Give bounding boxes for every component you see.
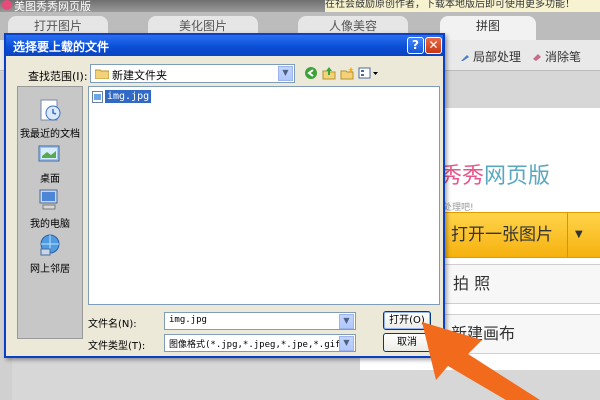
place-network-label: 网上邻居	[30, 264, 70, 275]
file-list[interactable]: img.jpg	[88, 86, 440, 305]
image-file-icon	[92, 91, 103, 103]
notice-bar: 在社会鼓励原创作者，下载本地版后即可使用更多功能！	[325, 0, 600, 12]
dialog-titlebar: 选择要上载的文件 ? ✕	[6, 35, 443, 56]
open-image-button[interactable]: 打开一张图片 ▼	[440, 212, 600, 258]
place-desktop-label: 桌面	[40, 174, 60, 185]
tab-collage[interactable]: 拼图	[440, 16, 536, 40]
my-computer-icon	[39, 189, 58, 210]
brush-icon	[460, 51, 470, 61]
chevron-down-icon[interactable]: ▼	[278, 66, 293, 81]
place-my-computer[interactable]: 我的电脑	[18, 187, 82, 230]
back-icon[interactable]	[304, 66, 318, 80]
filetype-value: 图像格式(*.jpg,*.jpeg,*.jpe,*.gif,*.p	[169, 340, 339, 350]
place-recent-docs[interactable]: 我最近的文档	[18, 97, 82, 140]
filetype-select[interactable]: 图像格式(*.jpg,*.jpeg,*.jpe,*.gif,*.p ▼	[164, 334, 356, 352]
filename-label: 文件名(N):	[88, 319, 137, 330]
place-recent-docs-label: 我最近的文档	[20, 129, 80, 140]
recent-documents-icon	[40, 99, 61, 121]
file-name: img.jpg	[105, 90, 152, 103]
file-upload-dialog: 选择要上载的文件 ? ✕ 查找范围(I): 新建文件夹 ▼ 我最近的文档 桌面 …	[4, 33, 445, 358]
places-bar: 我最近的文档 桌面 我的电脑 网上邻居	[17, 86, 83, 339]
up-folder-icon[interactable]	[322, 66, 336, 80]
eraser-label: 消除笔	[545, 50, 582, 64]
filetype-label: 文件类型(T):	[88, 341, 146, 352]
brand-title-hot: 秀秀	[440, 164, 485, 189]
look-in-value: 新建文件夹	[112, 69, 167, 82]
view-menu-icon[interactable]	[358, 66, 380, 80]
take-photo-button[interactable]: 拍 照	[440, 264, 600, 304]
eraser-tool[interactable]: 消除笔	[532, 48, 581, 65]
local-process-label: 局部处理	[473, 50, 522, 64]
brand-title-rest: 网页版	[484, 164, 551, 189]
desktop-icon	[38, 145, 60, 162]
eraser-icon	[532, 51, 542, 61]
look-in-label: 查找范围(I):	[28, 70, 88, 83]
place-desktop[interactable]: 桌面	[18, 142, 82, 185]
filename-field[interactable]: img.jpg ▼	[164, 312, 356, 330]
help-button[interactable]: ?	[407, 37, 424, 54]
place-network[interactable]: 网上邻居	[18, 232, 82, 275]
caret-down-icon[interactable]: ▼	[575, 213, 583, 257]
brand-title: 秀秀网页版	[440, 158, 550, 190]
folder-icon	[95, 69, 109, 79]
filename-value: img.jpg	[169, 315, 207, 325]
pointer-arrow-icon	[422, 322, 540, 400]
meitu-logo-icon	[2, 0, 12, 10]
open-image-label: 打开一张图片	[451, 225, 553, 245]
chevron-down-icon[interactable]: ▼	[339, 314, 354, 329]
app-titlebar: 美图秀秀网页版 在社会鼓励原创作者，下载本地版后即可使用更多功能！	[0, 0, 600, 13]
new-folder-icon[interactable]	[340, 66, 354, 80]
dialog-title: 选择要上载的文件	[13, 40, 110, 54]
look-in-select[interactable]: 新建文件夹 ▼	[90, 64, 295, 83]
local-process-tool[interactable]: 局部处理	[460, 48, 521, 65]
close-button[interactable]: ✕	[425, 37, 442, 54]
chevron-down-icon[interactable]: ▼	[339, 336, 354, 351]
network-places-icon	[40, 234, 60, 256]
open-image-separator	[567, 213, 568, 257]
place-my-computer-label: 我的电脑	[30, 219, 70, 230]
